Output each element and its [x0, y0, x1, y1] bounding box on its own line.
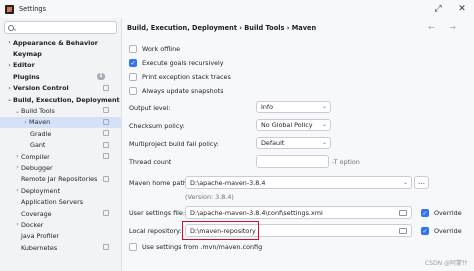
- breadcrumb: Build, Execution, Deployment › Build Too…: [127, 24, 317, 32]
- local-repository-label: Local repository:: [129, 227, 182, 235]
- sidebar-item-debugger[interactable]: › Debugger: [0, 162, 121, 173]
- maven-version-text: (Version: 3.8.4): [185, 193, 234, 201]
- sidebar-item-appearance[interactable]: › Appearance & Behavior: [0, 37, 121, 48]
- chevron-right-icon: ›: [8, 39, 11, 47]
- local-repository-override-row[interactable]: ✓ Override: [421, 226, 462, 236]
- project-settings-icon: [103, 130, 109, 137]
- work-offline-checkbox[interactable]: [129, 45, 137, 53]
- chevron-right-icon: ›: [8, 61, 11, 69]
- sidebar-item-editor[interactable]: › Editor: [0, 60, 121, 71]
- maven-home-label: Maven home path:: [129, 179, 190, 187]
- thread-count-input[interactable]: [256, 155, 329, 168]
- chevron-right-icon: ›: [16, 153, 19, 161]
- sidebar-item-compiler[interactable]: › Compiler: [0, 151, 121, 162]
- project-settings-icon: [103, 152, 109, 159]
- user-settings-input[interactable]: D:\apache-maven-3.8.4\conf\settings.xml: [185, 206, 412, 219]
- multiproject-fail-label: Multiproject build fail policy:: [129, 140, 219, 148]
- sidebar-item-keymap[interactable]: Keymap: [0, 48, 121, 59]
- project-settings-icon: [103, 141, 109, 148]
- print-exception-checkbox[interactable]: [129, 73, 137, 81]
- intellij-logo-icon: [5, 4, 14, 14]
- chevron-right-icon: ›: [16, 187, 19, 195]
- project-settings-icon: [103, 118, 109, 125]
- watermark: CSDN @阿蒙什: [424, 260, 468, 267]
- thread-count-label: Thread count: [129, 158, 172, 166]
- project-settings-icon: [103, 244, 109, 251]
- sidebar-item-remote-jar-repositories[interactable]: Remote Jar Repositories: [0, 174, 121, 185]
- chevron-down-icon: ⌄: [321, 139, 327, 146]
- local-repository-override-checkbox[interactable]: ✓: [421, 227, 429, 235]
- expand-icon[interactable]: ⤢: [426, 0, 450, 18]
- chevron-right-icon: ›: [24, 118, 27, 126]
- execute-goals-checkbox[interactable]: ✓: [129, 59, 137, 67]
- print-exception-row[interactable]: Print exception stack traces: [129, 72, 231, 82]
- annotation-highlight-box: [182, 221, 259, 240]
- project-settings-icon: [103, 175, 109, 182]
- project-settings-icon: [103, 84, 109, 91]
- project-settings-icon: [103, 107, 109, 114]
- chevron-down-icon: ⌄: [14, 107, 21, 115]
- sidebar-item-application-servers[interactable]: Application Servers: [0, 196, 121, 207]
- sidebar-item-maven[interactable]: › Maven: [0, 116, 121, 129]
- folder-icon[interactable]: [399, 210, 407, 216]
- sidebar-item-kubernetes[interactable]: Kubernetes: [0, 242, 121, 253]
- sidebar-item-deployment[interactable]: › Deployment: [0, 185, 121, 196]
- chevron-down-icon: ⌄: [402, 179, 408, 186]
- use-settings-checkbox[interactable]: [129, 243, 137, 251]
- project-settings-icon: [103, 209, 109, 216]
- user-settings-label: User settings file:: [129, 209, 185, 217]
- checksum-policy-dropdown[interactable]: No Global Policy ⌄: [256, 119, 331, 131]
- search-icon: [8, 24, 14, 31]
- sidebar-item-version-control[interactable]: › Version Control: [0, 83, 121, 94]
- browse-maven-home-button[interactable]: …: [414, 176, 429, 189]
- user-settings-override-row[interactable]: ✓ Override: [421, 208, 462, 218]
- sidebar-item-plugins[interactable]: Plugins 1: [0, 71, 121, 82]
- sidebar-item-gant[interactable]: Gant: [0, 140, 121, 151]
- settings-sidebar: › Appearance & Behavior Keymap › Editor …: [0, 18, 122, 271]
- chevron-right-icon: ›: [8, 84, 11, 92]
- sidebar-item-gradle[interactable]: Gradle: [0, 128, 121, 139]
- chevron-down-icon: ⌄: [321, 103, 327, 110]
- work-offline-row[interactable]: Work offline: [129, 44, 180, 54]
- output-level-dropdown[interactable]: Info ⌄: [256, 101, 331, 113]
- multiproject-fail-dropdown[interactable]: Default ⌄: [256, 137, 331, 149]
- plugins-update-badge: 1: [97, 73, 105, 81]
- use-settings-row[interactable]: Use settings from .mvn/maven.config: [129, 242, 262, 252]
- back-forward-icons[interactable]: ← →: [428, 23, 462, 32]
- output-level-label: Output level:: [129, 104, 171, 112]
- sidebar-item-coverage[interactable]: Coverage: [0, 208, 121, 219]
- thread-count-hint: -T option: [332, 158, 360, 166]
- title-bar: Settings ⤢ ✕: [0, 0, 474, 18]
- always-update-row[interactable]: Always update snapshots: [129, 86, 223, 96]
- chevron-right-icon: ›: [16, 221, 19, 229]
- chevron-down-icon: ⌄: [6, 96, 13, 104]
- search-input[interactable]: [4, 21, 117, 34]
- user-settings-override-checkbox[interactable]: ✓: [421, 209, 429, 217]
- chevron-down-icon: ⌄: [321, 121, 327, 128]
- execute-goals-row[interactable]: ✓ Execute goals recursively: [129, 58, 224, 68]
- always-update-checkbox[interactable]: [129, 87, 137, 95]
- sidebar-item-docker[interactable]: › Docker: [0, 219, 121, 230]
- sidebar-item-build-execution-deployment[interactable]: ⌄ Build, Execution, Deployment: [0, 94, 121, 105]
- window-title: Settings: [19, 5, 47, 13]
- chevron-right-icon: ›: [16, 164, 19, 172]
- maven-settings-panel: Build, Execution, Deployment › Build Too…: [123, 18, 474, 271]
- close-icon[interactable]: ✕: [450, 0, 474, 18]
- sidebar-item-java-profiler[interactable]: Java Profiler: [0, 231, 121, 242]
- sidebar-item-build-tools[interactable]: ⌄ Build Tools: [0, 105, 121, 116]
- folder-icon[interactable]: [399, 228, 407, 234]
- maven-home-input[interactable]: D:\apache-maven-3.8.4 ⌄: [185, 176, 412, 189]
- checksum-policy-label: Checksum policy:: [129, 122, 185, 130]
